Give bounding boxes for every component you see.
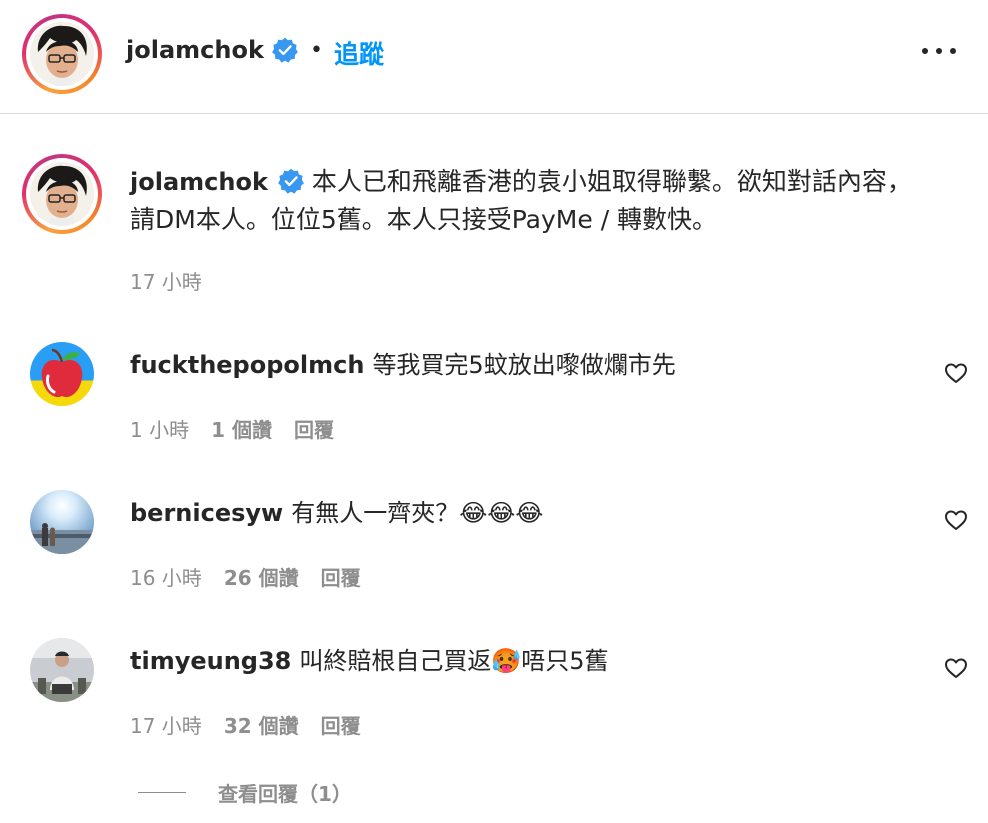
comment-time[interactable]: 17 小時	[130, 714, 202, 738]
reply-button[interactable]: 回覆	[294, 418, 334, 442]
reply-button[interactable]: 回覆	[321, 566, 361, 590]
comment-meta: 16 小時 26 個讚 回覆	[130, 562, 361, 591]
comment: timyeung38 叫終賠根自己買返🥵唔只5舊	[130, 641, 609, 676]
comment-likes[interactable]: 26 個讚	[224, 566, 299, 590]
profile-photo	[30, 22, 94, 86]
comment-likes[interactable]: 1 個讚	[211, 418, 272, 442]
post-header: jolamchok • 追蹤	[0, 0, 988, 114]
comment-avatar[interactable]	[30, 638, 94, 702]
comment: bernicesyw 有無人一齊夾？😂😂😂	[130, 493, 543, 528]
header-username[interactable]: jolamchok	[126, 36, 264, 64]
heart-icon[interactable]	[944, 656, 968, 680]
reply-button[interactable]: 回覆	[321, 714, 361, 738]
comment-text: 叫終賠根自己買返🥵唔只5舊	[299, 647, 609, 675]
more-options-icon[interactable]	[922, 48, 956, 58]
comment-meta: 1 小時 1 個讚 回覆	[130, 414, 334, 443]
comment-avatar[interactable]	[30, 490, 94, 554]
follow-button[interactable]: 追蹤	[334, 35, 384, 71]
comment-meta: 17 小時 32 個讚 回覆	[130, 710, 361, 739]
comment: fuckthepopolmch 等我買完5蚊放出嚟做爛市先	[130, 345, 676, 380]
comment-time[interactable]: 1 小時	[130, 418, 189, 442]
comment-username[interactable]: timyeung38	[130, 647, 291, 675]
heart-icon[interactable]	[944, 361, 968, 385]
verified-badge-icon	[272, 37, 298, 63]
view-replies-button[interactable]: 查看回覆（1）	[218, 778, 352, 807]
comment-text: 等我買完5蚊放出嚟做爛市先	[372, 351, 676, 379]
caption: jolamchok 本人已和飛離香港的袁小姐取得聯繫。欲知對話內容，請DM本人。位…	[130, 163, 930, 238]
comment-likes[interactable]: 32 個讚	[224, 714, 299, 738]
header-avatar[interactable]	[22, 14, 102, 94]
comment-username[interactable]: fuckthepopolmch	[130, 351, 364, 379]
caption-time[interactable]: 17 小時	[130, 270, 202, 294]
verified-badge-icon	[278, 167, 304, 194]
profile-photo	[30, 162, 94, 226]
comment-username[interactable]: bernicesyw	[130, 499, 283, 527]
replies-divider	[138, 792, 186, 793]
comment-text: 有無人一齊夾？😂😂😂	[291, 499, 544, 527]
comment-time[interactable]: 16 小時	[130, 566, 202, 590]
caption-username[interactable]: jolamchok	[130, 168, 268, 196]
caption-meta: 17 小時	[130, 266, 202, 295]
heart-icon[interactable]	[944, 508, 968, 532]
view-replies[interactable]: 查看回覆（1）	[138, 778, 352, 807]
header-user: jolamchok	[126, 36, 298, 64]
separator-dot: •	[310, 38, 323, 63]
caption-avatar[interactable]	[22, 154, 102, 234]
comment-avatar[interactable]	[30, 342, 94, 406]
